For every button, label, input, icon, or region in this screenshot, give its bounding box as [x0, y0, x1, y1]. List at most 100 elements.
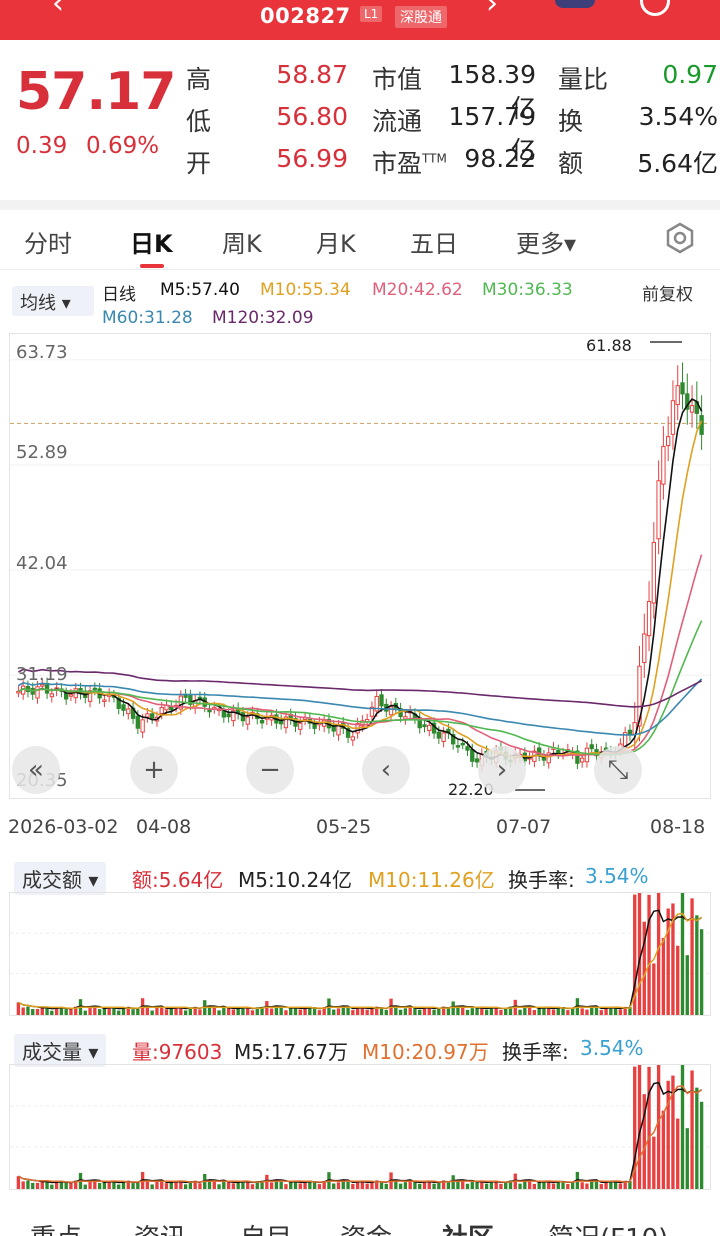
volume-bar [676, 1118, 680, 1189]
ma5-label: M5:57.40 [160, 280, 240, 300]
tab-intraday[interactable]: 分时 [24, 224, 72, 259]
search-icon[interactable] [640, 0, 670, 16]
amount-bar [384, 1010, 388, 1015]
amount-bar [69, 1008, 73, 1015]
avatar[interactable] [555, 0, 595, 8]
amount-bar [680, 888, 685, 1015]
ma10-label: M10:55.34 [260, 280, 351, 300]
amount-indicator-selector[interactable]: 成交额 ▾ [14, 862, 107, 895]
forward-icon[interactable]: › [486, 0, 498, 21]
pe-value: 98.22 [464, 144, 536, 173]
amount-turnover: 3.54% [585, 864, 649, 888]
fullscreen-button[interactable]: ⤡ [594, 746, 642, 794]
nav-funds[interactable]: 资金 [340, 1218, 392, 1236]
volume-bar [298, 1183, 302, 1189]
tab-weekly[interactable]: 周K [222, 224, 262, 259]
volume-bar [150, 1184, 154, 1189]
amount-bar [652, 963, 656, 1015]
amount-bar [222, 1007, 226, 1015]
amount-bar [370, 1008, 374, 1015]
scroll-right-button[interactable]: › [478, 746, 526, 794]
volume-bar [102, 1182, 107, 1189]
nav-community[interactable]: 社区 [442, 1218, 494, 1236]
zoom-out-button[interactable]: − [246, 746, 294, 794]
volume-bar [461, 1180, 465, 1189]
amount-bar [394, 1006, 398, 1015]
amount-bar [212, 1007, 216, 1015]
volratio-label: 量比 [558, 65, 609, 94]
volume-bar [499, 1183, 503, 1189]
zoom-in-button[interactable]: + [130, 746, 178, 794]
volratio-value: 0.97 [662, 60, 718, 89]
volume-bar [69, 1182, 73, 1189]
candle [259, 719, 265, 724]
volume-bar [346, 1181, 350, 1189]
adjust-mode[interactable]: 前复权 [642, 280, 693, 305]
volume-bar [594, 1180, 599, 1189]
volume-m5: M5:17.67万 [234, 1040, 348, 1064]
open-value: 56.99 [276, 144, 348, 173]
volume-bar [518, 1183, 522, 1189]
volume-bar [418, 1183, 422, 1189]
ma-selector[interactable]: 均线 ▾ [12, 286, 94, 316]
tab-daily[interactable]: 日K [130, 224, 173, 259]
volume-bar [269, 1182, 274, 1189]
nav-self[interactable]: 自目 [240, 1218, 292, 1236]
settings-icon[interactable] [664, 222, 696, 254]
candle [92, 687, 98, 691]
y-tick-2: 52.89 [16, 442, 68, 463]
amount-bar [527, 1007, 532, 1015]
volume-indicator-selector[interactable]: 成交量 ▾ [14, 1034, 107, 1067]
x-tick-4: 07-07 [496, 816, 552, 838]
candle [579, 757, 585, 763]
kline-chart[interactable] [9, 333, 711, 799]
amount-bar [437, 1008, 441, 1015]
volume-bar [590, 1180, 594, 1189]
volume-bar [222, 1181, 226, 1189]
candle [379, 694, 384, 707]
volume-bar [585, 1183, 589, 1189]
volume-bar [312, 1181, 317, 1189]
tab-more[interactable]: 更多▾ [516, 224, 576, 259]
volume-value: 量:97603 [132, 1040, 223, 1064]
volume-turnover-label: 换手率: [502, 1040, 569, 1064]
nav-profile[interactable]: 简况(F10) [548, 1218, 668, 1236]
amount-bar [351, 1010, 355, 1015]
volume-bar [613, 1182, 618, 1189]
tab-five-day[interactable]: 五日 [410, 224, 458, 259]
tab-monthly[interactable]: 月K [316, 224, 356, 259]
candle [135, 715, 141, 729]
scroll-left-fast-button[interactable]: « [12, 746, 60, 794]
high-value: 58.87 [276, 60, 348, 89]
x-tick-5: 08-18 [650, 816, 706, 838]
volume-bar [580, 1182, 584, 1189]
amount-bar [279, 1007, 283, 1015]
amount-bar [336, 1008, 341, 1015]
amount-bar [21, 1007, 25, 1015]
amount-bar [365, 1009, 369, 1015]
volume-bar [236, 1182, 240, 1189]
amount-bar [590, 1006, 594, 1015]
candle [670, 400, 676, 435]
amount-bar [131, 1009, 135, 1015]
volume-bar [317, 1184, 322, 1189]
amount-bar [666, 908, 670, 1015]
amount-chart[interactable] [9, 881, 711, 1016]
nav-news[interactable]: 资讯 [134, 1218, 186, 1236]
candle [35, 686, 40, 699]
amount-bar [398, 1009, 403, 1015]
pe-label: 市盈TTM [372, 149, 447, 178]
high-annotation: 61.88 [586, 336, 632, 355]
volume-bar [446, 1182, 451, 1189]
amount-m5: M5:10.24亿 [238, 868, 352, 892]
amount-bar [484, 1009, 489, 1015]
scroll-left-button[interactable]: ‹ [362, 746, 410, 794]
volume-bar [231, 1183, 236, 1189]
top-bar: ‹ 002827 L1 深股通 › [0, 0, 720, 40]
nav-key[interactable]: 重点 [30, 1218, 82, 1236]
volume-bar [437, 1182, 441, 1189]
volume-chart[interactable] [9, 1053, 711, 1190]
volume-bar [212, 1181, 216, 1189]
amount-bar [50, 1010, 54, 1015]
back-icon[interactable]: ‹ [52, 0, 64, 21]
